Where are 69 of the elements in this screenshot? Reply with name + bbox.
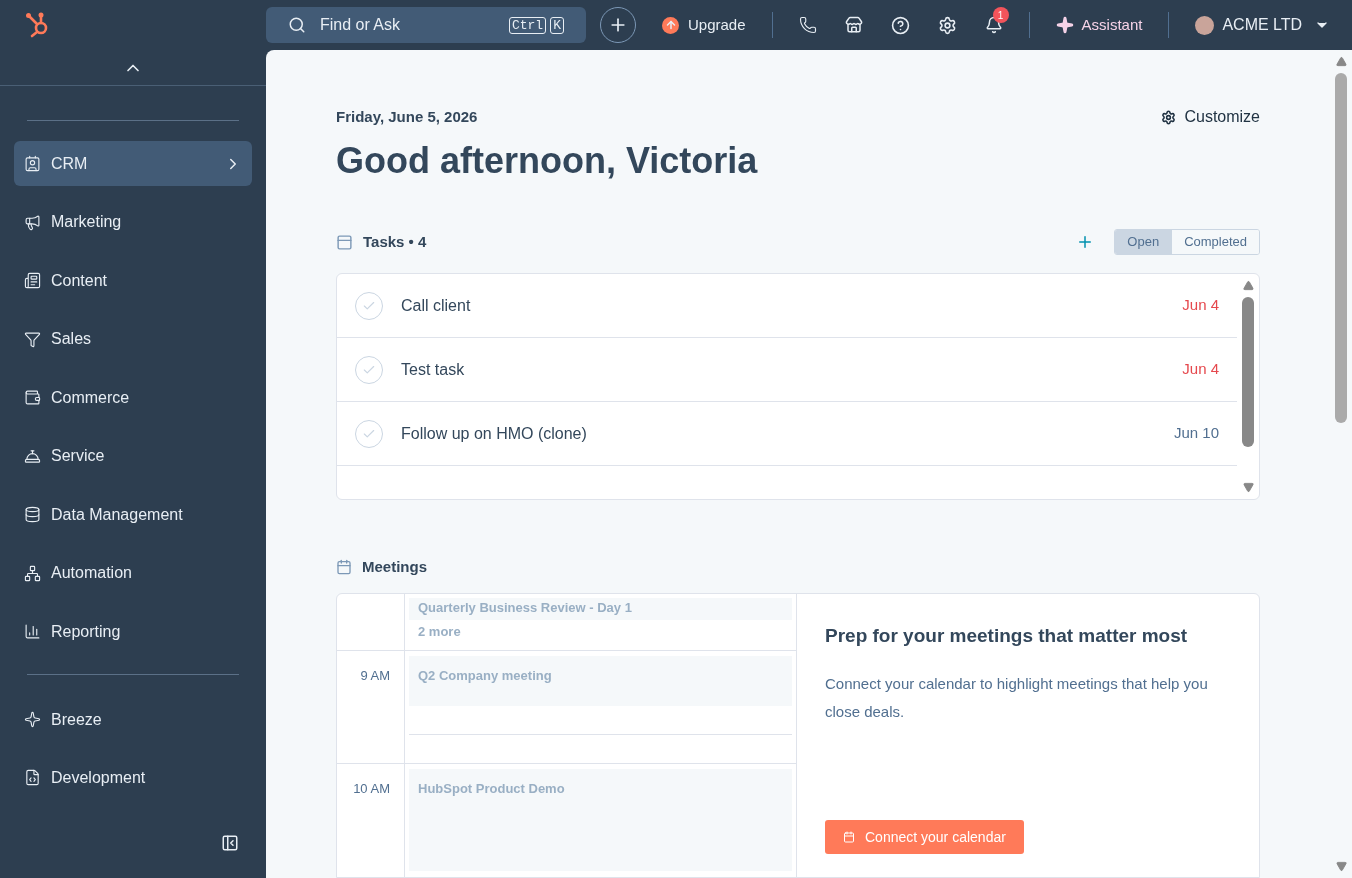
tasks-icon (336, 233, 353, 251)
sidebar-item[interactable]: Marketing (14, 199, 252, 245)
time-label: 10 AM (337, 763, 405, 877)
hierarchy-icon (24, 564, 41, 582)
sidebar-item[interactable]: Commerce (14, 375, 252, 420)
time-label: 9 AM (337, 650, 405, 763)
avatar (1195, 15, 1215, 35)
task-title: Test task (401, 359, 466, 380)
collapse-sidebar-icon[interactable] (221, 834, 239, 852)
service-bell-icon (24, 447, 41, 465)
key-hint: Ctrl (508, 16, 547, 34)
prep-text: Connect your calendar to highlight meetings that help you close deals. (825, 674, 1209, 722)
upgrade-icon (662, 16, 679, 34)
scroll-down-icon[interactable] (1335, 861, 1347, 872)
scroll-up-icon[interactable] (1335, 56, 1347, 67)
task-row[interactable]: Test task Jun 4 (337, 338, 1237, 402)
account-menu[interactable]: ACME LTD (1195, 13, 1331, 37)
scroll-thumb[interactable] (1242, 297, 1254, 447)
calendar-icon (843, 831, 855, 843)
scroll-thumb[interactable] (1335, 73, 1347, 423)
calendar-icon (336, 559, 352, 576)
sidebar-item[interactable]: Service (14, 433, 252, 479)
upgrade-button[interactable]: Upgrade (662, 13, 746, 37)
filter-tab[interactable]: Open (1115, 230, 1172, 254)
search-field[interactable]: Find or Ask Ctrl K (266, 7, 586, 43)
task-row[interactable]: Follow up on HMO (clone) Jun 10 (337, 402, 1237, 466)
megaphone-icon (24, 213, 41, 231)
date-label: Friday, June 5, 2026 (336, 106, 478, 127)
task-title: Follow up on HMO (clone) (401, 423, 588, 444)
phone-icon[interactable] (798, 16, 817, 34)
funnel-icon (24, 330, 41, 348)
sidebar-item[interactable]: Reporting (14, 609, 252, 654)
sidebar-item[interactable]: CRM (14, 141, 252, 186)
task-row[interactable]: Call client Jun 4 (337, 274, 1237, 338)
key-hint: K (550, 16, 564, 34)
sidebar-item[interactable]: Automation (14, 550, 252, 596)
filter-tab[interactable]: Completed (1171, 230, 1259, 254)
scroll-down-icon[interactable] (1242, 482, 1254, 493)
due-date: Jun 4 (1182, 295, 1219, 316)
assistant-button[interactable]: Assistant (1055, 13, 1143, 37)
meetings-title: Meetings (362, 557, 427, 577)
database-icon (24, 506, 41, 523)
sidebar-item[interactable]: Data Management (14, 492, 252, 537)
wallet-icon (24, 389, 41, 406)
sidebar-item[interactable]: Content (14, 258, 252, 303)
search-icon (288, 16, 306, 34)
settings-icon (1161, 109, 1177, 125)
search-placeholder: Find or Ask (320, 15, 402, 35)
prep-heading: Prep for your meetings that matter most (825, 623, 1189, 648)
bar-chart-icon (24, 623, 41, 640)
contact-card-icon (24, 155, 41, 172)
due-date: Jun 4 (1182, 359, 1219, 380)
sidebar-item[interactable]: Breeze (14, 697, 252, 742)
sparkle-icon (1055, 16, 1074, 34)
customize-button[interactable]: Customize (1161, 105, 1260, 129)
sidebar-item[interactable]: Sales (14, 316, 252, 362)
due-date: Jun 10 (1173, 423, 1219, 444)
help-icon[interactable] (890, 15, 910, 35)
tasks-title: Tasks • 4 (363, 231, 428, 252)
newspaper-icon (24, 272, 41, 289)
sparkle-icon (24, 711, 41, 728)
greeting-heading: Good afternoon, Victoria (336, 139, 759, 183)
store-icon[interactable] (844, 16, 863, 34)
scroll-up-icon[interactable] (1242, 280, 1254, 291)
settings-icon[interactable] (937, 15, 957, 35)
code-file-icon (24, 769, 41, 786)
task-title: Call client (401, 295, 472, 316)
sidebar-item[interactable]: Development (14, 755, 252, 800)
notification-count: 1 (992, 7, 1009, 23)
